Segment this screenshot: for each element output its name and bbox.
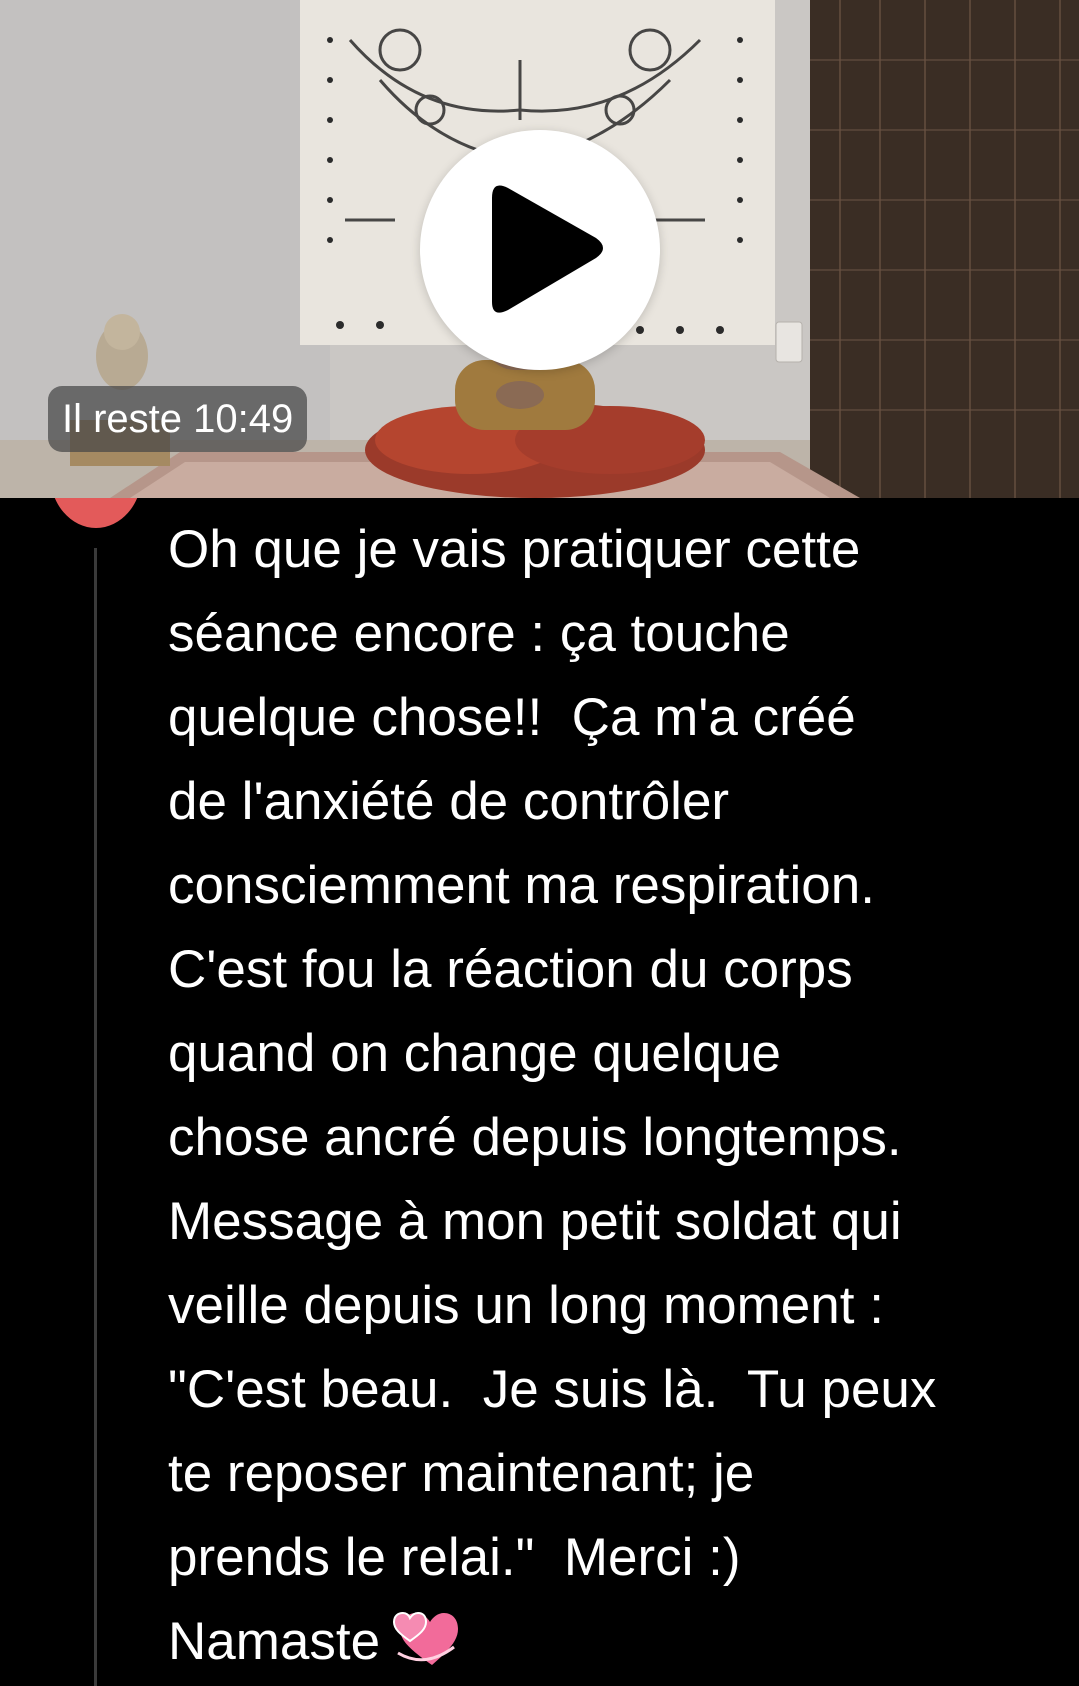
comment-line: C'est fou la réaction du corps [168, 940, 853, 999]
comment-line: de l'anxiété de contrôler [168, 772, 730, 831]
comment-line: Message à mon petit soldat qui [168, 1192, 902, 1251]
play-icon [492, 185, 603, 313]
comment-line: te reposer maintenant; je [168, 1444, 755, 1503]
comment-line: quelque chose!! Ça m'a créé [168, 688, 856, 747]
comment-line: consciemment ma respiration. [168, 856, 875, 915]
time-remaining-badge: Il reste 10:49 [48, 386, 308, 452]
thread-line [94, 548, 97, 1686]
comment-line: quand on change quelque [168, 1024, 782, 1083]
comment-last-line: Namaste [168, 1600, 1048, 1684]
revolving-hearts-icon [393, 1611, 459, 1665]
play-button[interactable] [420, 130, 660, 370]
comment-line: prends le relai." Merci :) [168, 1528, 741, 1587]
comment-line: Namaste [168, 1612, 381, 1671]
comment-line: Oh que je vais pratiquer cette [168, 520, 861, 579]
comment-line: séance encore : ça touche [168, 604, 790, 663]
comment-body: Oh que je vais pratiquer cette séance enc… [168, 508, 1048, 1684]
comment-line: chose ancré depuis longtemps. [168, 1108, 902, 1167]
comment-line: veille depuis un long moment : [168, 1276, 884, 1335]
video-thumbnail[interactable]: Il reste 10:49 [0, 0, 1079, 498]
comment-line: "C'est beau. Je suis là. Tu peux [168, 1360, 937, 1419]
